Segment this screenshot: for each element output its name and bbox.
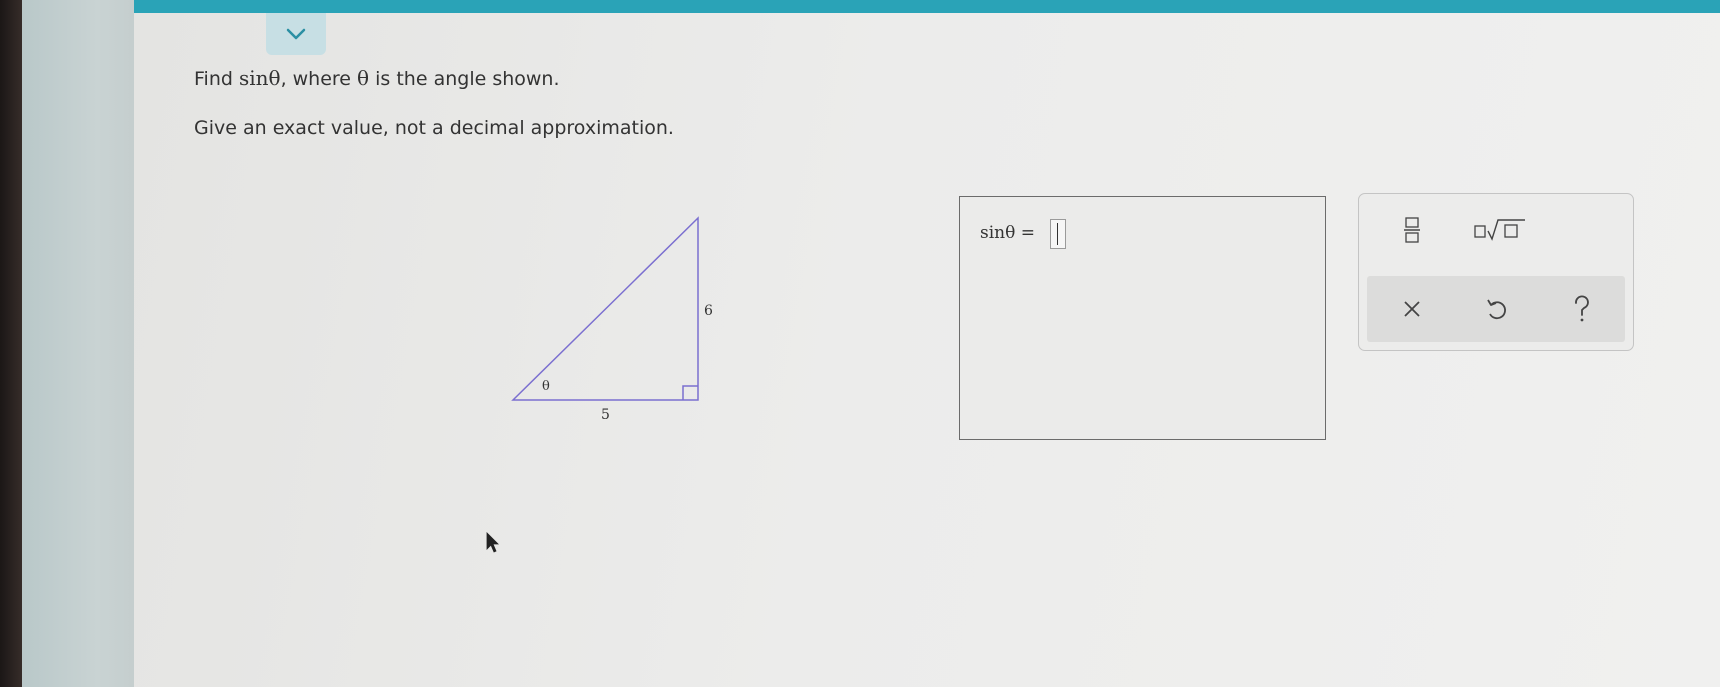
- chevron-down-icon: [286, 28, 306, 40]
- help-button[interactable]: [1557, 287, 1607, 331]
- top-bar: [134, 0, 1720, 13]
- answer-label: sinθ =: [980, 223, 1035, 243]
- sqrt-icon: [1474, 219, 1525, 241]
- right-triangle-diagram: 6 5 θ: [511, 216, 713, 423]
- collapse-button[interactable]: [266, 13, 326, 55]
- instruction-text: Give an exact value, not a decimal appro…: [194, 117, 674, 139]
- left-sidebar: [22, 0, 148, 687]
- fraction-icon: [1404, 217, 1420, 243]
- undo-icon: [1487, 299, 1506, 320]
- question-icon: [1575, 295, 1589, 322]
- clear-button[interactable]: [1387, 287, 1437, 331]
- theta-math: θ: [357, 66, 370, 90]
- vertical-side-label: 6: [704, 303, 713, 319]
- sqrt-button[interactable]: [1465, 208, 1535, 252]
- fraction-button[interactable]: [1387, 208, 1437, 252]
- sin-theta-math: sinθ: [238, 66, 281, 90]
- x-icon: [1404, 301, 1420, 317]
- mouse-cursor-icon: [486, 532, 499, 553]
- undo-button[interactable]: [1471, 287, 1521, 331]
- toolbar-action-row: [1367, 276, 1625, 342]
- angle-label: θ: [542, 379, 550, 394]
- horizontal-side-label: 5: [601, 407, 610, 423]
- answer-input[interactable]: [1050, 219, 1066, 249]
- question-text: Find sinθ, where θ is the angle shown.: [194, 66, 560, 90]
- answer-area[interactable]: sinθ =: [959, 196, 1326, 440]
- math-toolbar: [1358, 193, 1634, 351]
